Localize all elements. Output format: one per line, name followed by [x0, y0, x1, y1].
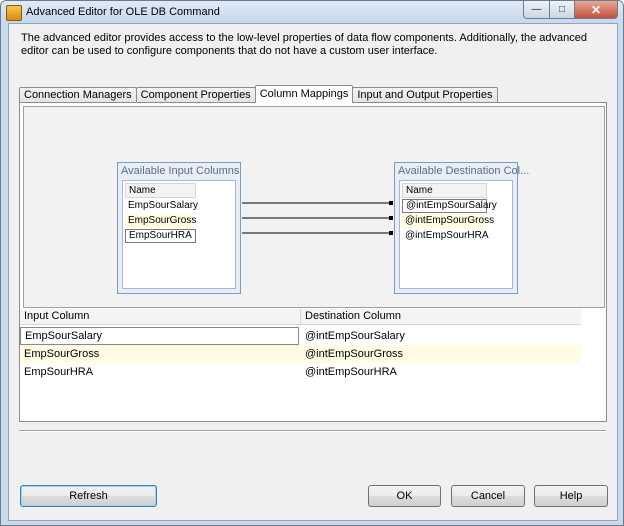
mappings-grid: Input Column Destination Column EmpSourS…	[20, 309, 606, 421]
minimize-button[interactable]: —	[523, 1, 550, 19]
mapping-diagram: Available Input Columns Name EmpSourSala…	[23, 106, 605, 308]
table-row[interactable]: EmpSourGross @intEmpSourGross	[20, 345, 581, 363]
minimize-icon: —	[531, 4, 542, 15]
cancel-button[interactable]: Cancel	[451, 485, 525, 507]
close-button[interactable]: ✕	[575, 1, 618, 19]
column-mappings-panel: Available Input Columns Name EmpSourSala…	[19, 102, 607, 422]
tab-column-mappings[interactable]: Column Mappings	[254, 85, 354, 103]
maximize-icon: □	[558, 4, 566, 15]
table-row[interactable]: EmpSourSalary @intEmpSourSalary	[20, 327, 581, 345]
maximize-button[interactable]: □	[550, 1, 575, 19]
ok-button[interactable]: OK	[368, 485, 441, 507]
destination-column-cell[interactable]: @intEmpSourHRA	[301, 363, 397, 381]
close-icon: ✕	[590, 2, 602, 17]
mapping-line-arrow-icon	[389, 201, 393, 205]
input-column-cell[interactable]: EmpSourSalary	[20, 327, 299, 345]
tab-connection-managers[interactable]: Connection Managers	[19, 87, 137, 103]
window-title: Advanced Editor for OLE DB Command	[26, 6, 220, 18]
dialog-window: Advanced Editor for OLE DB Command — □ ✕…	[0, 0, 624, 526]
help-button[interactable]: Help	[534, 485, 608, 507]
refresh-button[interactable]: Refresh	[20, 485, 157, 507]
separator	[19, 430, 606, 432]
dialog-client-area: The advanced editor provides access to t…	[8, 23, 618, 521]
input-column-cell[interactable]: EmpSourHRA	[20, 363, 93, 381]
tab-input-output-properties[interactable]: Input and Output Properties	[352, 87, 498, 103]
app-icon	[6, 5, 22, 21]
tab-strip: Connection Managers Component Properties…	[19, 85, 498, 103]
table-row[interactable]: EmpSourHRA @intEmpSourHRA	[20, 363, 581, 381]
destination-column-cell[interactable]: @intEmpSourSalary	[301, 327, 405, 345]
mapping-line-arrow-icon	[389, 231, 393, 235]
destination-column-header[interactable]: Destination Column	[301, 309, 581, 324]
title-bar[interactable]: Advanced Editor for OLE DB Command — □ ✕	[1, 1, 623, 23]
description-text: The advanced editor provides access to t…	[21, 32, 588, 57]
tab-component-properties[interactable]: Component Properties	[135, 87, 256, 103]
destination-column-cell[interactable]: @intEmpSourGross	[301, 345, 403, 363]
input-column-header[interactable]: Input Column	[20, 309, 301, 324]
window-controls: — □ ✕	[523, 1, 618, 19]
input-column-cell[interactable]: EmpSourGross	[20, 345, 99, 363]
mapping-line-arrow-icon	[389, 216, 393, 220]
mappings-grid-header: Input Column Destination Column	[20, 309, 581, 325]
mapping-lines	[242, 201, 393, 235]
